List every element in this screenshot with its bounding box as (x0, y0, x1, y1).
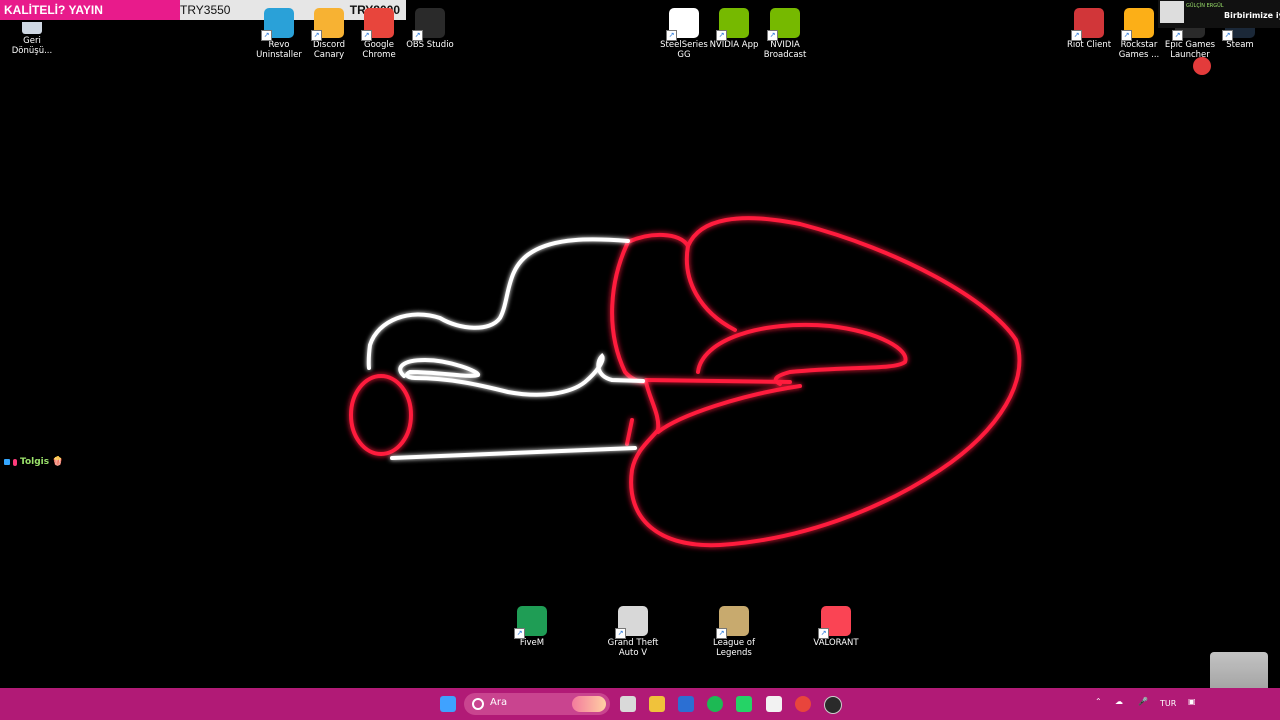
pin-icon (13, 458, 17, 466)
app-icon: ↗ (615, 606, 648, 639)
desktop-icon-label: League of Legends (713, 638, 755, 658)
whatsapp-icon[interactable] (736, 696, 752, 712)
app-icon: ↗ (412, 8, 445, 41)
search-highlight-image (572, 696, 606, 712)
app-icon: ↗ (514, 606, 547, 639)
desktop-icon[interactable]: ↗ VALORANT (804, 606, 868, 648)
shortcut-arrow-icon: ↗ (615, 628, 626, 639)
notepad-icon[interactable] (766, 696, 782, 712)
desktop-icon-label: Grand Theft Auto V (607, 638, 659, 658)
network-icon[interactable]: ▣ (1188, 697, 1196, 706)
chrome-taskbar-icon[interactable] (795, 696, 811, 712)
shortcut-arrow-icon: ↗ (818, 628, 829, 639)
app-icon: ↗ (361, 8, 394, 41)
neon-brain-wallpaper (349, 216, 1022, 548)
shortcut-arrow-icon: ↗ (514, 628, 525, 639)
desktop-icon[interactable]: ↗ FiveM (500, 606, 564, 648)
microphone-icon[interactable]: 🎤 (1138, 697, 1148, 706)
record-indicator-icon (1193, 57, 1211, 75)
taskbar: ⌃ ☁ 🎤 TUR ▣ (0, 688, 1280, 720)
chat-username: Tolgis (20, 457, 50, 467)
shortcut-arrow-icon: ↗ (767, 30, 778, 41)
app-icon: ↗ (818, 606, 851, 639)
desktop-icon-label: FiveM (519, 638, 545, 648)
webcam-feed (1160, 1, 1184, 23)
app-icon: ↗ (716, 8, 749, 41)
desktop-icon[interactable]: ↗ League of Legends (702, 606, 766, 658)
desktop-icon[interactable]: ↗ NVIDIA Broadcast (753, 8, 817, 60)
shortcut-arrow-icon: ↗ (716, 628, 727, 639)
price-left: TRY3550 (180, 3, 231, 17)
desktop-icon-recycle-bin[interactable]: Geri Dönüşü... (0, 22, 64, 56)
desktop-icon[interactable]: ↗ OBS Studio (398, 8, 462, 50)
app-icon: ↗ (716, 606, 749, 639)
shortcut-arrow-icon: ↗ (1172, 30, 1183, 41)
search-placeholder: Ara (490, 697, 508, 708)
shortcut-arrow-icon: ↗ (1121, 30, 1132, 41)
app-icon: ↗ (767, 8, 800, 41)
webcam-overlay: GÜLÇİN ERGÜL Birbirimize iyi (1158, 0, 1280, 28)
overlay-title: KALİTELİ? YAYIN (0, 0, 180, 20)
start-button[interactable] (440, 696, 456, 712)
shortcut-arrow-icon: ↗ (1222, 30, 1233, 41)
file-explorer-icon[interactable] (649, 696, 665, 712)
calculator-icon[interactable] (620, 696, 636, 712)
desktop-icon[interactable]: ↗ Grand Theft Auto V (601, 606, 665, 658)
desktop-icon-label: NVIDIA Broadcast (763, 40, 807, 60)
shortcut-arrow-icon: ↗ (261, 30, 272, 41)
app-icon: ↗ (1071, 8, 1104, 41)
shortcut-arrow-icon: ↗ (716, 30, 727, 41)
onedrive-icon[interactable]: ☁ (1115, 697, 1123, 706)
webcam-message: Birbirimize iyi (1224, 11, 1280, 20)
desktop-icon-label: OBS Studio (406, 40, 454, 50)
popcorn-emoji-icon: 🍿 (52, 457, 64, 467)
chat-message: Tolgis 🍿 (4, 457, 63, 467)
desktop-icon-label: Steam (1226, 40, 1254, 50)
app-icon: ↗ (666, 8, 699, 41)
desktop-icon-label: VALORANT (813, 638, 859, 648)
taskbar-search[interactable]: Ara (464, 693, 610, 715)
shortcut-arrow-icon: ↗ (412, 30, 423, 41)
show-hidden-icons-chevron-icon[interactable]: ⌃ (1095, 697, 1102, 706)
shortcut-arrow-icon: ↗ (311, 30, 322, 41)
obs-taskbar-icon[interactable] (824, 696, 842, 714)
shortcut-arrow-icon: ↗ (361, 30, 372, 41)
search-icon (472, 698, 484, 710)
desktop-icon-label: Geri Dönüşü... (11, 36, 53, 56)
app-icon: ↗ (311, 8, 344, 41)
app-icon: ↗ (261, 8, 294, 41)
app-icon: ↗ (1121, 8, 1154, 41)
recycle-bin-icon (22, 22, 42, 34)
spotify-icon[interactable] (707, 696, 723, 712)
shortcut-arrow-icon: ↗ (666, 30, 677, 41)
webcam-name: GÜLÇİN ERGÜL (1186, 3, 1224, 9)
mail-icon[interactable] (678, 696, 694, 712)
language-indicator[interactable]: TUR (1160, 699, 1176, 708)
badge-icon (4, 459, 10, 465)
shortcut-arrow-icon: ↗ (1071, 30, 1082, 41)
